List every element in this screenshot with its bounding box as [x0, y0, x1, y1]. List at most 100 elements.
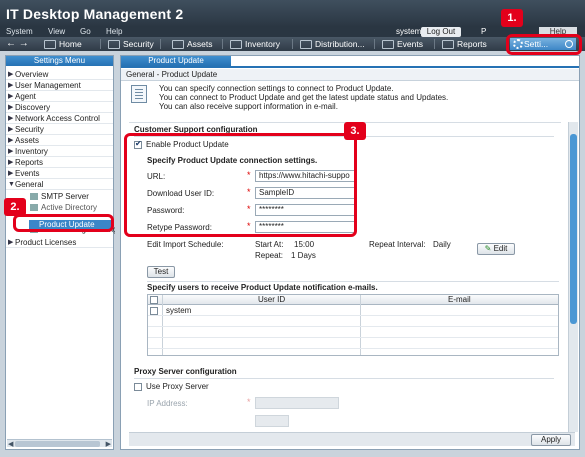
column-email[interactable]: E-mail [448, 295, 471, 305]
toolbar-divider [222, 39, 223, 49]
callout-number-3: 3. [344, 122, 366, 140]
menu-item-overview[interactable]: ▶ Overview [6, 69, 113, 80]
menu-item-inventory[interactable]: ▶ Inventory [6, 146, 113, 157]
security-button[interactable]: Security [108, 38, 154, 50]
events-button[interactable]: Events [382, 38, 423, 50]
callout-connection-settings-highlight [124, 133, 357, 237]
info-line-2: You can connect to Product Update and ge… [159, 93, 449, 102]
section-divider [147, 281, 559, 282]
left-horizontal-scrollbar[interactable]: ◀ ▶ [7, 439, 112, 448]
menu-item-agent[interactable]: ▶ Agent [6, 91, 113, 102]
directory-icon [30, 204, 38, 211]
use-proxy-label: Use Proxy Server [146, 382, 209, 391]
menu-item-user-management[interactable]: ▶ User Management [6, 80, 113, 91]
distribution-button[interactable]: Distribution... [300, 38, 365, 50]
ip-address-field[interactable] [255, 397, 339, 409]
expand-arrow-icon: ▶ [8, 104, 14, 111]
toolbar-divider [292, 39, 293, 49]
expand-arrow-icon: ▶ [8, 148, 14, 155]
expand-arrow-icon: ▶ [8, 93, 14, 100]
edit-schedule-button[interactable]: ✎ Edit [477, 243, 515, 255]
menu-item-active-directory[interactable]: Active Directory [30, 202, 97, 213]
use-proxy-checkbox[interactable] [134, 383, 142, 391]
server-icon [30, 193, 38, 200]
repeat-value: 1 Days [291, 251, 316, 260]
inventory-icon [230, 39, 242, 49]
table-header: User ID E-mail [148, 295, 558, 305]
table-row[interactable]: system [148, 306, 558, 316]
reports-button[interactable]: Reports [442, 38, 487, 50]
menu-item-discovery[interactable]: ▶ Discovery [6, 102, 113, 113]
tab-product-update[interactable]: Product Update [121, 56, 231, 66]
menu-item-assets[interactable]: ▶ Assets [6, 135, 113, 146]
expand-arrow-icon: ▶ [8, 170, 14, 177]
toolbar-divider [160, 39, 161, 49]
home-icon [44, 39, 56, 49]
callout-product-update-highlight [13, 214, 114, 232]
title-bar: IT Desktop Management 2 [0, 0, 585, 27]
menu-item-security[interactable]: ▶ Security [6, 124, 113, 135]
repeat-label: Repeat: [255, 251, 284, 260]
menu-item-events[interactable]: ▶ Events [6, 168, 113, 179]
scroll-thumb[interactable] [15, 441, 100, 447]
expand-arrow-icon: ▶ [8, 126, 14, 133]
home-button[interactable]: Home [44, 38, 82, 50]
table-row [148, 339, 558, 349]
edit-import-schedule-label: Edit Import Schedule: [147, 240, 224, 249]
menu-item-smtp-server[interactable]: SMTP Server [30, 191, 89, 202]
section-divider [134, 378, 554, 379]
expand-arrow-icon: ▶ [8, 159, 14, 166]
menu-help[interactable]: Help [106, 27, 122, 36]
scroll-right-icon[interactable]: ▶ [106, 440, 111, 448]
apply-button[interactable]: Apply [531, 434, 571, 446]
row-user-id: system [166, 306, 192, 315]
distribution-icon [300, 39, 312, 49]
settings-menu-header: Settings Menu [6, 56, 113, 66]
info-document-icon [131, 85, 147, 103]
app-title: IT Desktop Management 2 [6, 6, 184, 22]
start-at-label: Start At: [255, 240, 284, 249]
menu-view[interactable]: View [48, 27, 65, 36]
menu-item-product-licenses[interactable]: ▶ Product Licenses [6, 237, 113, 248]
expand-arrow-icon: ▶ [8, 239, 14, 246]
reports-icon [442, 39, 454, 49]
toolbar-divider [100, 39, 101, 49]
scroll-thumb[interactable] [570, 134, 577, 324]
scroll-left-icon[interactable]: ◀ [8, 440, 13, 448]
menu-system[interactable]: System [6, 27, 33, 36]
row-checkbox[interactable] [150, 307, 158, 315]
right-vertical-scrollbar[interactable] [568, 122, 578, 432]
start-at-value: 15:00 [294, 240, 315, 249]
menu-item-reports[interactable]: ▶ Reports [6, 157, 113, 168]
info-line-3: You can also receive support information… [159, 102, 338, 111]
menu-item-network-access-control[interactable]: ▶ Network Access Control [6, 113, 113, 124]
logout-button[interactable]: Log Out [421, 27, 461, 37]
assets-button[interactable]: Assets [172, 38, 213, 50]
table-row [148, 317, 558, 327]
back-forward-icon[interactable]: ← → [6, 38, 29, 50]
menu-item-general[interactable]: ▼ General [6, 179, 113, 190]
collapse-arrow-icon: ▼ [8, 181, 15, 188]
product-label: P [481, 27, 487, 36]
pencil-icon: ✎ [484, 244, 492, 253]
ip-address-label: IP Address: [147, 399, 188, 408]
menu-go[interactable]: Go [80, 27, 91, 36]
repeat-interval-value: Daily [433, 240, 451, 249]
port-field[interactable] [255, 415, 289, 427]
notification-users-table: User ID E-mail system [147, 294, 559, 356]
product-update-panel: Product Update General - Product Update … [120, 55, 580, 450]
repeat-interval-label: Repeat Interval: [369, 240, 426, 249]
notify-users-heading: Specify users to receive Product Update … [147, 283, 378, 292]
table-row [148, 328, 558, 338]
required-marker: * [247, 397, 251, 407]
select-all-checkbox[interactable] [150, 296, 158, 304]
callout-number-2: 2. [4, 198, 26, 216]
breadcrumb: General - Product Update [121, 69, 579, 81]
test-button[interactable]: Test [147, 266, 175, 278]
inventory-button[interactable]: Inventory [230, 38, 280, 50]
callout-settings-highlight [506, 34, 582, 55]
column-user-id[interactable]: User ID [258, 295, 285, 305]
expand-arrow-icon: ▶ [8, 82, 14, 89]
assets-icon [172, 39, 184, 49]
lock-icon [108, 39, 120, 49]
